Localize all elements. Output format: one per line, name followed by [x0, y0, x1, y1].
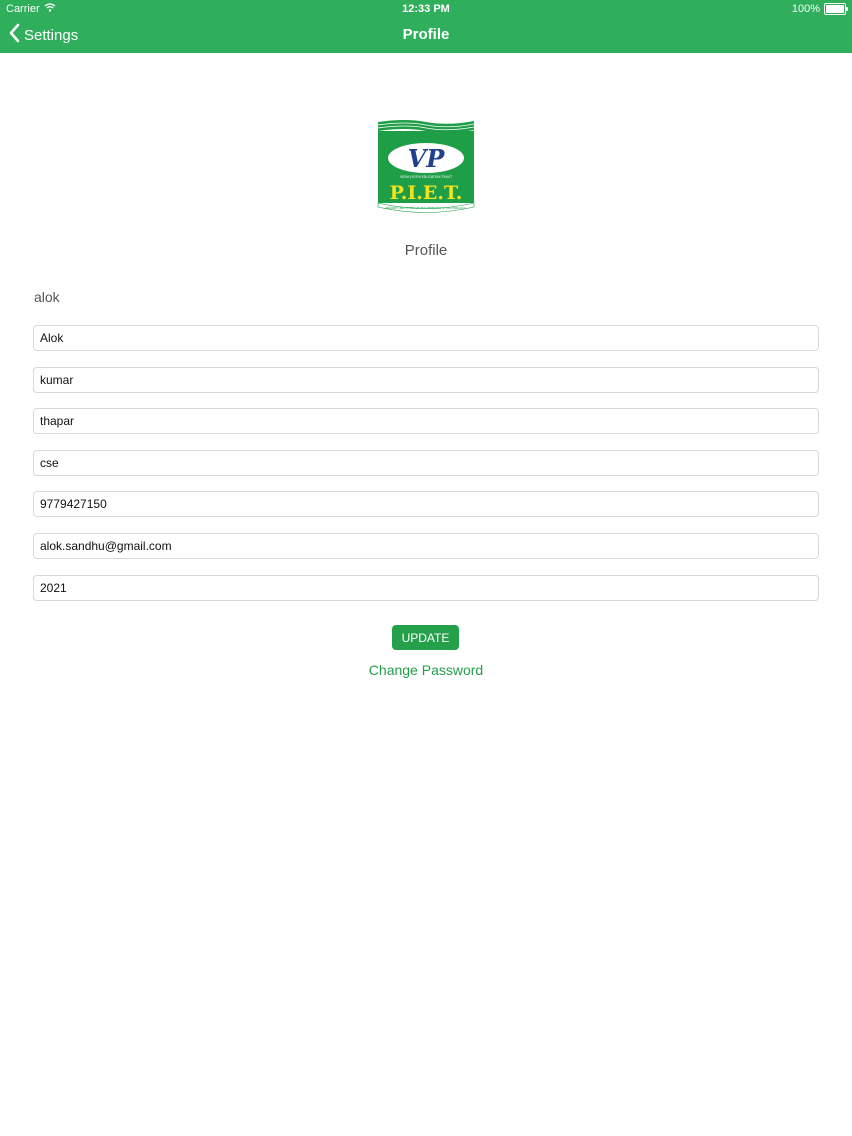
battery-icon	[824, 3, 848, 15]
logo-arc-bottom: PANIPAT INSTITUTE OF ENGINEERING & TECHN…	[386, 206, 466, 210]
logo-monogram: VP	[408, 144, 446, 173]
status-time: 12:33 PM	[402, 3, 450, 15]
page-title: Profile	[402, 26, 450, 43]
navigation-header: Carrier 12:33 PM 100% Settings Profile	[0, 0, 852, 53]
change-password-link[interactable]: Change Password	[0, 662, 852, 678]
logo-text: P.I.E.T.	[390, 182, 463, 204]
update-button[interactable]: UPDATE	[392, 625, 459, 650]
battery-percent: 100%	[791, 3, 820, 15]
first-name-field[interactable]	[33, 325, 819, 351]
phone-field[interactable]	[33, 491, 819, 517]
status-battery: 100%	[791, 3, 848, 15]
logo-arc-top: VIDYA JYOTHI EDUCATION TRUST	[400, 175, 452, 179]
username-label: alok	[34, 289, 60, 305]
year-field[interactable]	[33, 575, 819, 601]
institute-logo: VP VIDYA JYOTHI EDUCATION TRUST P.I.E.T.…	[376, 118, 476, 214]
branch-field[interactable]	[33, 450, 819, 476]
last-name-field[interactable]	[33, 408, 819, 434]
middle-name-field[interactable]	[33, 367, 819, 393]
status-bar: Carrier 12:33 PM 100%	[0, 0, 852, 18]
email-field[interactable]	[33, 533, 819, 559]
profile-caption: Profile	[404, 242, 448, 259]
